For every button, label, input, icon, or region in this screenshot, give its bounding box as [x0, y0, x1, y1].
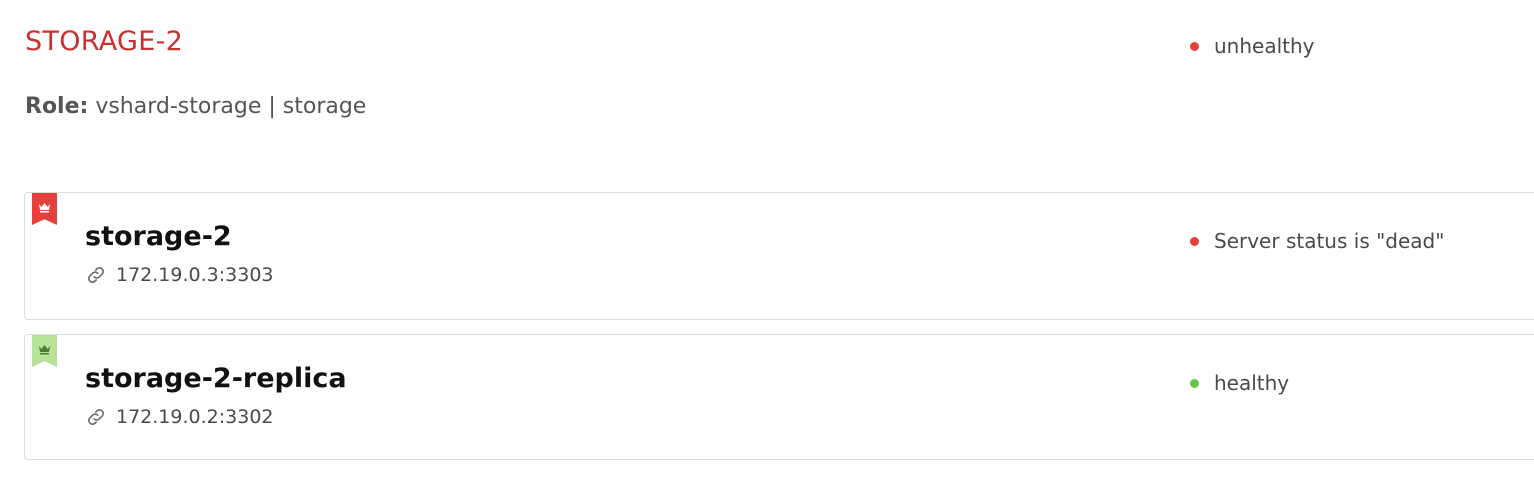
role-label: Role:: [25, 94, 89, 119]
role-value: vshard-storage | storage: [95, 94, 367, 119]
server-uri-text: 172.19.0.2:3302: [116, 406, 274, 428]
link-icon: [88, 267, 104, 283]
replicaset-role: Role: vshard-storage | storage: [25, 94, 366, 120]
server-uri: 172.19.0.3:3303: [85, 263, 274, 287]
replicaset-title[interactable]: STORAGE-2: [25, 26, 183, 58]
replicaset-status: unhealthy: [1190, 34, 1315, 58]
leader-flag: [32, 193, 57, 225]
link-icon: [88, 409, 104, 425]
leader-flag: [32, 335, 57, 367]
server-status-text: Server status is "dead": [1214, 229, 1445, 253]
server-status: healthy: [1190, 371, 1289, 395]
replicaset-panel: STORAGE-2 unhealthy Role: vshard-storage…: [0, 0, 1534, 482]
replicaset-status-text: unhealthy: [1214, 34, 1315, 58]
crown-icon: [39, 203, 50, 213]
server-status-text: healthy: [1214, 371, 1290, 395]
server-name[interactable]: storage-2-replica: [85, 363, 347, 395]
server-card[interactable]: storage-2-replica 172.19.0.2:3302 health…: [24, 334, 1534, 460]
server-uri-text: 172.19.0.3:3303: [116, 264, 274, 286]
server-name[interactable]: storage-2: [85, 221, 232, 253]
server-status: Server status is "dead": [1190, 229, 1444, 253]
server-card[interactable]: storage-2 172.19.0.3:3303 Server status …: [24, 192, 1534, 320]
status-dot: [1190, 378, 1199, 388]
status-dot: [1190, 41, 1199, 51]
server-uri: 172.19.0.2:3302: [85, 405, 274, 429]
status-dot: [1190, 236, 1199, 246]
crown-icon: [39, 345, 50, 355]
